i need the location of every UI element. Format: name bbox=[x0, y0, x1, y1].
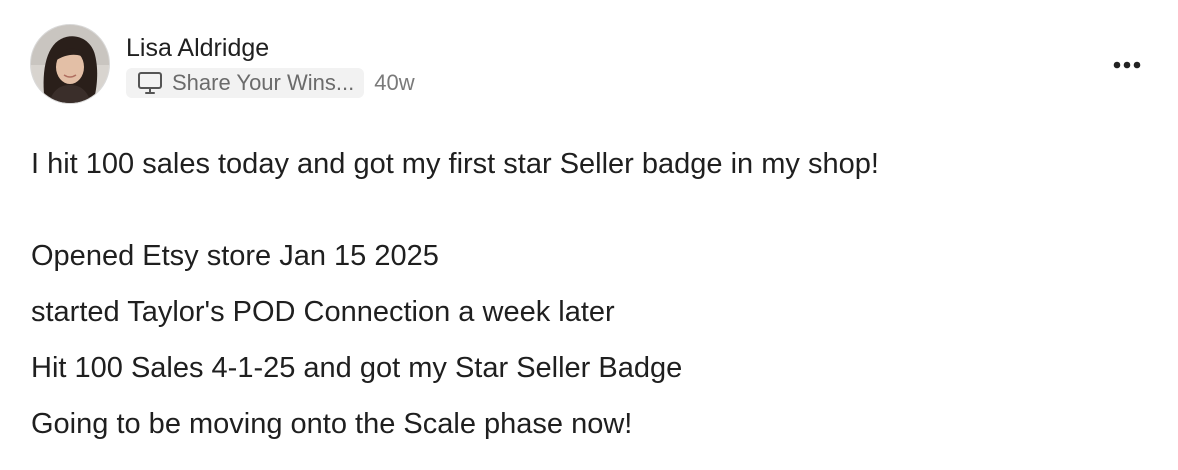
author-name[interactable]: Lisa Aldridge bbox=[126, 32, 415, 64]
group-tag[interactable]: Share Your Wins... bbox=[126, 68, 365, 98]
post-header: Lisa Aldridge Share Your Wins... 40w bbox=[30, 24, 415, 104]
group-name: Share Your Wins... bbox=[172, 70, 355, 95]
post-line: Going to be moving onto the Scale phase … bbox=[31, 408, 633, 440]
post-card: Lisa Aldridge Share Your Wins... 40w I h… bbox=[0, 0, 1178, 470]
post-time[interactable]: 40w bbox=[374, 70, 414, 96]
avatar-photo bbox=[31, 25, 109, 103]
post-line: Opened Etsy store Jan 15 2025 bbox=[31, 240, 439, 272]
post-line: Hit 100 Sales 4-1-25 and got my Star Sel… bbox=[31, 352, 683, 384]
post-line: started Taylor's POD Connection a week l… bbox=[31, 296, 615, 328]
monitor-icon bbox=[136, 70, 164, 96]
more-options-button[interactable] bbox=[1110, 48, 1144, 82]
post-body: I hit 100 sales today and got my first s… bbox=[31, 136, 1148, 452]
avatar[interactable] bbox=[30, 24, 110, 104]
more-horizontal-icon bbox=[1113, 61, 1141, 69]
post-meta: Lisa Aldridge Share Your Wins... 40w bbox=[126, 24, 415, 98]
post-text-first: I hit 100 sales today and got my first s… bbox=[31, 148, 879, 180]
post-subline: Share Your Wins... 40w bbox=[126, 68, 415, 98]
